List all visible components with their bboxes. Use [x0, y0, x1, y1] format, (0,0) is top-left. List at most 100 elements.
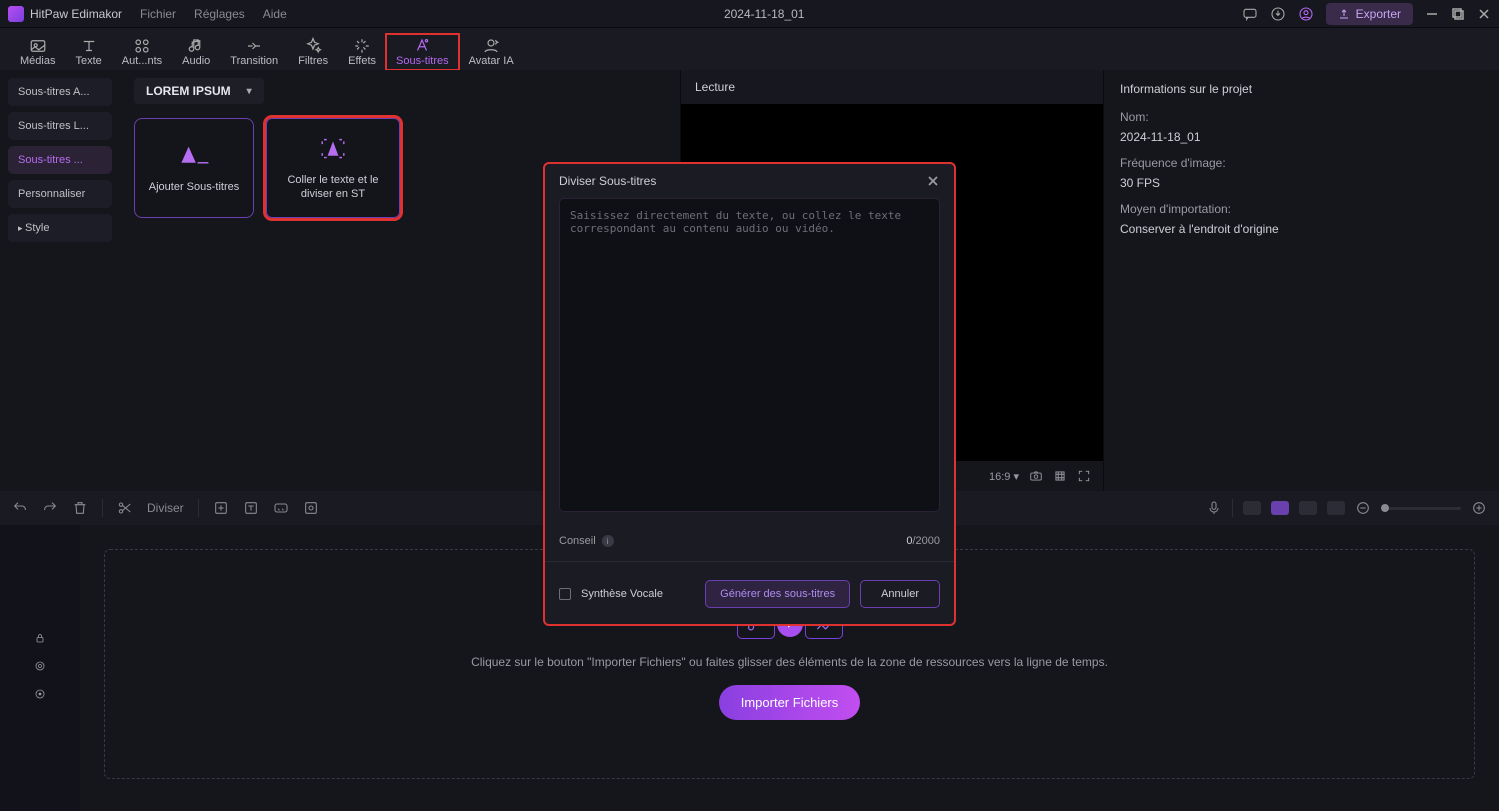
card-paste-text[interactable]: Coller le texte et le diviser en ST — [266, 118, 400, 218]
project-title: 2024-11-18_01 — [287, 7, 1242, 21]
menu-settings[interactable]: Réglages — [194, 7, 245, 21]
char-counter: 0/2000 — [906, 535, 940, 547]
account-icon[interactable] — [1298, 6, 1314, 22]
track-mute-icon[interactable] — [34, 687, 46, 705]
export-label: Exporter — [1356, 7, 1401, 21]
tab-effects-label: Effets — [348, 55, 376, 67]
card-add-label: Ajouter Sous-titres — [149, 180, 239, 194]
app-name: HitPaw Edimakor — [30, 7, 122, 21]
preview-title: Lecture — [681, 70, 1103, 104]
info-icon[interactable]: i — [602, 535, 614, 547]
tab-audio[interactable]: Audio — [172, 34, 220, 70]
subtab-1[interactable]: Sous-titres L... — [8, 112, 112, 140]
subtitle-add-icon — [176, 142, 212, 170]
crop-icon[interactable] — [1053, 469, 1067, 483]
snap-toggle-3[interactable] — [1299, 501, 1317, 515]
tab-avatar-ai-label: Avatar IA — [469, 55, 514, 67]
timeline-gutter — [0, 525, 80, 811]
dropzone-hint: Cliquez sur le bouton "Importer Fichiers… — [471, 655, 1108, 669]
tool-mark-icon[interactable] — [213, 500, 229, 516]
subtab-2[interactable]: Sous-titres ... — [8, 146, 112, 174]
subtab-style[interactable]: Style — [8, 214, 112, 242]
app-logo-icon — [8, 6, 24, 22]
cancel-label: Annuler — [881, 588, 919, 600]
snap-toggle-4[interactable] — [1327, 501, 1345, 515]
project-info-panel: Informations sur le projet Nom: 2024-11-… — [1104, 70, 1499, 491]
subtitle-subtabs: Sous-titres A... Sous-titres L... Sous-t… — [0, 70, 120, 491]
track-visibility-icon[interactable] — [34, 659, 46, 677]
export-button[interactable]: Exporter — [1326, 3, 1413, 25]
tab-effects[interactable]: Effets — [338, 34, 386, 70]
tab-media-label: Médias — [20, 55, 55, 67]
divide-subtitles-modal: Diviser Sous-titres Conseil i 0/2000 Syn… — [543, 162, 956, 626]
undo-button[interactable] — [12, 500, 28, 516]
menu-help[interactable]: Aide — [263, 7, 287, 21]
tab-transition[interactable]: Transition — [220, 34, 288, 70]
snapshot-icon[interactable] — [1029, 469, 1043, 483]
subtab-0[interactable]: Sous-titres A... — [8, 78, 112, 106]
microphone-icon[interactable] — [1206, 500, 1222, 516]
zoom-slider[interactable] — [1381, 507, 1461, 510]
tool-caption-icon[interactable] — [273, 500, 289, 516]
tab-audio-label: Audio — [182, 55, 210, 67]
fps-value: 30 FPS — [1120, 176, 1483, 190]
card-add-subtitles[interactable]: Ajouter Sous-titres — [134, 118, 254, 218]
cancel-button[interactable]: Annuler — [860, 580, 940, 608]
window-maximize-button[interactable] — [1451, 7, 1465, 21]
tab-transition-label: Transition — [230, 55, 278, 67]
subtitle-paste-icon — [315, 135, 351, 163]
tts-checkbox[interactable] — [559, 588, 571, 600]
char-count-max: /2000 — [912, 535, 940, 547]
menu-file[interactable]: Fichier — [140, 7, 176, 21]
track-lock-icon[interactable] — [34, 631, 46, 649]
tab-filters[interactable]: Filtres — [288, 34, 338, 70]
fps-label: Fréquence d'image: — [1120, 156, 1483, 170]
tab-avatar-ai[interactable]: Avatar IA — [459, 34, 524, 70]
zoom-out-button[interactable] — [1355, 500, 1371, 516]
subtab-3[interactable]: Personnaliser — [8, 180, 112, 208]
tab-stickers[interactable]: Aut...nts — [112, 34, 172, 70]
split-label[interactable]: Diviser — [147, 501, 184, 515]
modal-close-button[interactable] — [926, 174, 940, 188]
redo-button[interactable] — [42, 500, 58, 516]
card-paste-label: Coller le texte et le diviser en ST — [273, 173, 393, 202]
tool-text-icon[interactable] — [243, 500, 259, 516]
font-selector[interactable]: LOREM IPSUM — [134, 78, 264, 104]
aspect-ratio-selector[interactable]: 16:9 ▾ — [989, 470, 1019, 483]
name-value: 2024-11-18_01 — [1120, 130, 1483, 144]
zoom-in-button[interactable] — [1471, 500, 1487, 516]
counsel-label: Conseil — [559, 535, 596, 547]
font-selector-label: LOREM IPSUM — [146, 84, 231, 98]
tab-text[interactable]: Texte — [65, 34, 111, 70]
modal-title: Diviser Sous-titres — [559, 174, 656, 188]
generate-label: Générer des sous-titres — [720, 588, 835, 600]
tab-subtitles-label: Sous-titres — [396, 55, 449, 67]
window-minimize-button[interactable] — [1425, 7, 1439, 21]
generate-subtitles-button[interactable]: Générer des sous-titres — [705, 580, 850, 608]
fullscreen-icon[interactable] — [1077, 469, 1091, 483]
tool-record-icon[interactable] — [303, 500, 319, 516]
tab-media[interactable]: Médias — [10, 34, 65, 70]
snap-toggle-1[interactable] — [1243, 501, 1261, 515]
chat-icon[interactable] — [1242, 6, 1258, 22]
snap-toggle-2[interactable] — [1271, 501, 1289, 515]
tab-filters-label: Filtres — [298, 55, 328, 67]
menubar: Fichier Réglages Aide — [140, 7, 287, 21]
name-label: Nom: — [1120, 110, 1483, 124]
scissors-icon[interactable] — [117, 500, 133, 516]
import-mode-value: Conserver à l'endroit d'origine — [1120, 222, 1483, 236]
subtitle-text-input[interactable] — [559, 198, 940, 512]
download-icon[interactable] — [1270, 6, 1286, 22]
delete-button[interactable] — [72, 500, 88, 516]
tab-subtitles[interactable]: Sous-titres — [386, 34, 459, 70]
project-info-title: Informations sur le projet — [1120, 82, 1483, 96]
window-close-button[interactable] — [1477, 7, 1491, 21]
import-mode-label: Moyen d'importation: — [1120, 202, 1483, 216]
import-files-button[interactable]: Importer Fichiers — [719, 685, 861, 720]
import-files-label: Importer Fichiers — [741, 695, 839, 710]
tool-tabs: Médias Texte Aut...nts Audio Transition … — [0, 28, 1499, 70]
tab-text-label: Texte — [75, 55, 101, 67]
tts-label[interactable]: Synthèse Vocale — [581, 588, 663, 600]
titlebar: HitPaw Edimakor Fichier Réglages Aide 20… — [0, 0, 1499, 28]
tab-stickers-label: Aut...nts — [122, 55, 162, 67]
